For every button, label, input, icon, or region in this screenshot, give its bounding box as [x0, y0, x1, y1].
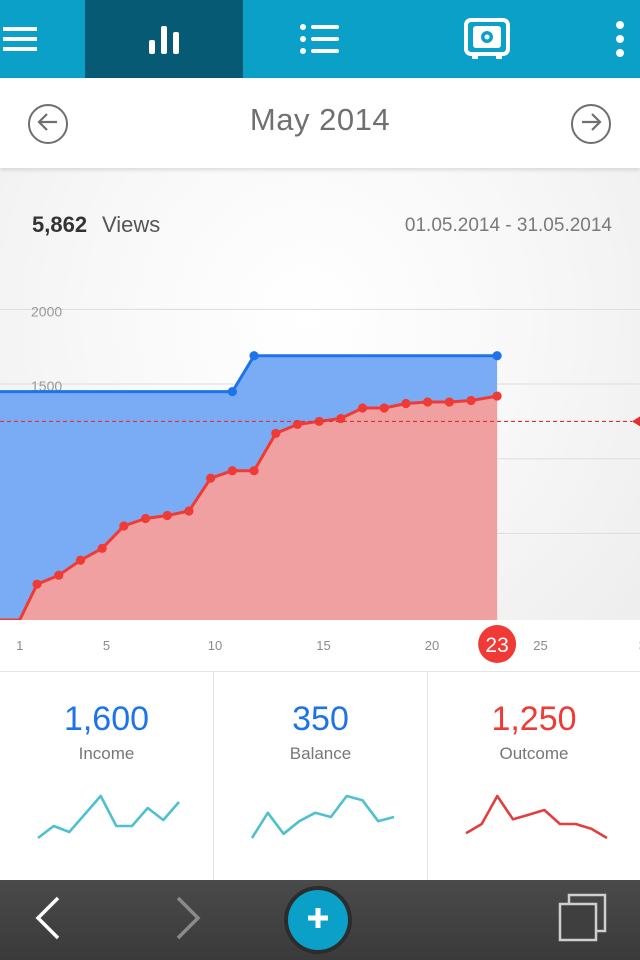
data-point[interactable] — [379, 403, 389, 413]
stats-row: 1,600 Income 350 Balance 1,250 Outcome — [0, 672, 640, 880]
month-header: May 2014 — [0, 78, 640, 168]
sparkline-path — [465, 794, 608, 840]
list-icon — [299, 21, 341, 57]
bottom-nav-bar — [0, 880, 640, 960]
balance-value: 350 — [292, 700, 349, 738]
data-point[interactable] — [444, 397, 454, 407]
add-icon — [306, 906, 330, 935]
windows-button[interactable] — [550, 880, 616, 960]
outcome-card[interactable]: 1,250 Outcome — [427, 672, 640, 880]
data-point[interactable] — [119, 521, 129, 531]
x-tick-label: 15 — [316, 638, 330, 653]
data-point[interactable] — [271, 428, 281, 438]
views-chart[interactable]: 200015001000500 — [0, 168, 640, 672]
data-point[interactable] — [401, 398, 411, 409]
data-point[interactable] — [492, 391, 502, 401]
outcome-label: Outcome — [499, 744, 569, 763]
date-range: 01.05.2014 - 31.05.2014 — [404, 215, 612, 236]
chart-panel: 200015001000500 5,862 Views 01.05.2014 -… — [0, 168, 640, 672]
menu-icon — [3, 22, 37, 56]
x-tick-label: 10 — [208, 638, 222, 653]
data-point[interactable] — [184, 506, 194, 516]
safe-icon — [464, 18, 510, 60]
outcome-sparkline — [465, 794, 608, 840]
income-label: Income — [78, 744, 135, 763]
data-point[interactable] — [249, 351, 259, 361]
data-point[interactable] — [54, 570, 64, 580]
x-tick-label: 20 — [425, 638, 439, 653]
tab-statistics[interactable] — [85, 0, 243, 78]
data-point[interactable] — [466, 395, 476, 406]
menu-button[interactable] — [0, 0, 40, 78]
y-tick-label: 2000 — [31, 303, 62, 319]
arrow-right-icon — [580, 112, 602, 137]
income-sparkline — [37, 794, 180, 840]
sparkline-path — [37, 794, 180, 840]
day-axis-ticks[interactable]: 15102025301523 — [0, 620, 640, 672]
x-tick-label: 25 — [533, 638, 547, 653]
data-point[interactable] — [249, 466, 259, 476]
outcome-value: 1,250 — [491, 700, 577, 738]
back-button[interactable] — [18, 880, 78, 960]
data-point[interactable] — [227, 466, 237, 476]
sparkline-path — [250, 794, 395, 839]
page-title: May 2014 — [249, 102, 391, 137]
data-point[interactable] — [97, 543, 107, 553]
forward-button[interactable] — [158, 880, 218, 960]
data-point[interactable] — [75, 555, 86, 565]
more-vert-icon — [615, 21, 625, 57]
back-icon — [34, 896, 62, 945]
data-point[interactable] — [227, 386, 237, 397]
balance-sparkline — [250, 794, 395, 839]
tab-list[interactable] — [243, 0, 397, 78]
forward-icon — [174, 896, 202, 945]
selected-day-label: 23 — [485, 634, 508, 657]
x-tick-label: 1 — [16, 638, 23, 653]
views-count: 5,862 — [32, 212, 88, 237]
bar-chart-icon — [147, 22, 181, 56]
data-point[interactable] — [140, 513, 151, 524]
data-point[interactable] — [32, 579, 42, 589]
data-point[interactable] — [423, 397, 433, 407]
data-point[interactable] — [206, 473, 216, 483]
windows-icon — [557, 893, 609, 948]
balance-card[interactable]: 350 Balance — [213, 672, 427, 880]
data-point[interactable] — [492, 351, 502, 361]
top-toolbar — [0, 0, 640, 78]
x-tick-label: 5 — [103, 638, 110, 653]
reference-marker — [632, 416, 640, 427]
add-button[interactable] — [284, 886, 352, 954]
balance-label: Balance — [289, 744, 352, 763]
data-point[interactable] — [357, 403, 368, 413]
next-month-button[interactable] — [571, 104, 611, 144]
data-point[interactable] — [162, 510, 172, 521]
income-value: 1,600 — [63, 700, 150, 738]
more-button[interactable] — [600, 0, 640, 78]
tab-safe[interactable] — [410, 0, 564, 78]
day-axis: 15102025301523 — [0, 620, 640, 672]
views-label: Views — [102, 212, 161, 237]
income-card[interactable]: 1,600 Income — [0, 672, 213, 880]
